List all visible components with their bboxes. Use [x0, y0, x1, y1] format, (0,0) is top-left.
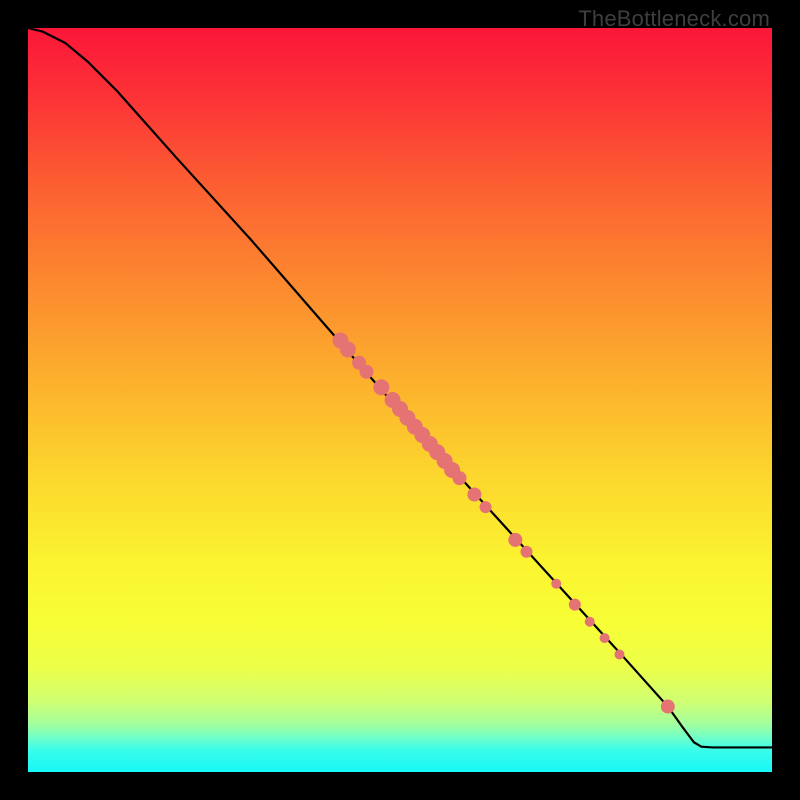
data-point-marker — [508, 533, 522, 547]
data-point-marker — [373, 379, 389, 395]
data-point-marker — [480, 501, 492, 513]
data-point-marker — [614, 649, 624, 659]
data-point-marker — [585, 617, 595, 627]
data-point-marker — [360, 365, 374, 379]
data-point-marker — [520, 546, 532, 558]
data-point-marker — [551, 579, 561, 589]
data-point-marker — [661, 700, 675, 714]
chart-svg — [28, 28, 772, 772]
data-point-marker — [453, 471, 467, 485]
data-point-marker — [569, 599, 581, 611]
data-point-marker — [600, 633, 610, 643]
plot-area — [28, 28, 772, 772]
data-point-marker — [340, 341, 356, 357]
chart-container: TheBottleneck.com — [0, 0, 800, 800]
data-point-marker — [467, 487, 481, 501]
